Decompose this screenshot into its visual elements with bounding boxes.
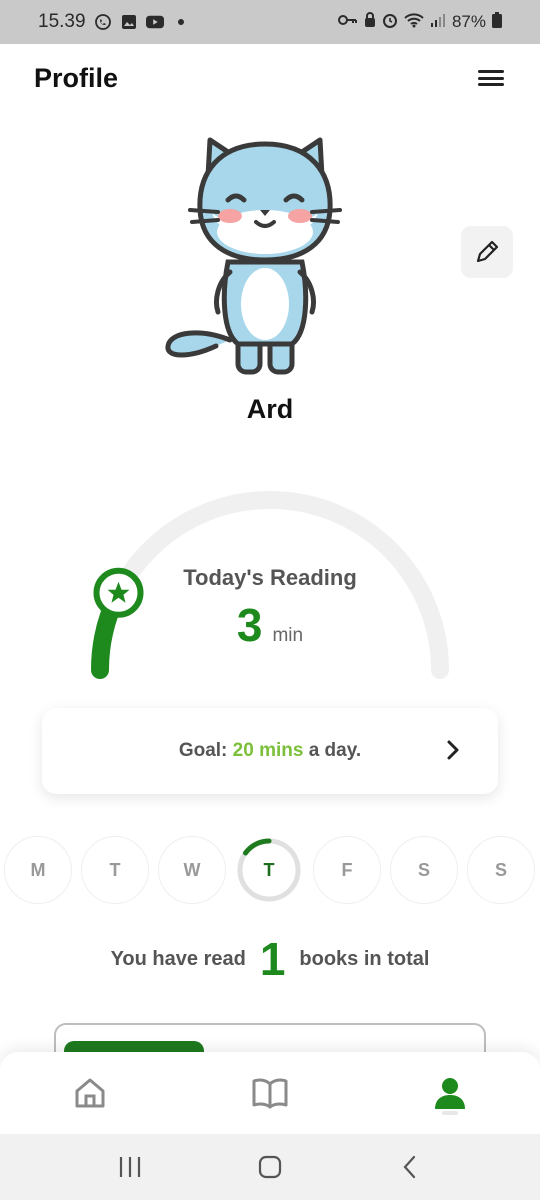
nav-profile[interactable] [360,1052,540,1134]
books-suffix: books in total [299,947,430,970]
recent-apps-icon [119,1157,141,1177]
battery-level: 87% [451,12,486,31]
nav-books[interactable] [180,1052,360,1134]
key-icon [337,12,358,32]
day-label: F [341,859,353,880]
day-friday[interactable]: F [313,836,381,904]
status-bar: 15.39 87% [0,0,540,44]
whatsapp-icon [94,13,112,31]
home-square-icon [258,1155,282,1179]
goal-prefix: Goal: [178,740,228,761]
bottom-navigation [0,1052,540,1134]
books-count: 1 [259,933,286,985]
day-label: W [183,859,201,880]
hamburger-menu-icon[interactable] [476,66,506,90]
day-monday[interactable]: M [4,836,72,904]
open-book-icon [252,1078,288,1109]
today-reading-value: 3 [236,599,263,651]
goal-card[interactable]: Goal: 20 mins a day. [42,708,498,794]
wifi-icon [404,12,424,33]
books-prefix: You have read [110,947,246,970]
youtube-icon [145,13,164,31]
home-icon [75,1078,105,1108]
cat-avatar [160,132,360,382]
day-tuesday[interactable]: T [81,836,149,904]
day-label: M [30,859,46,880]
battery-icon [492,11,502,33]
day-saturday[interactable]: S [390,836,458,904]
user-name: Ard [246,394,294,424]
lock-icon [364,11,376,33]
page-title: Profile [34,62,119,93]
day-wednesday[interactable]: W [158,836,226,904]
day-sunday[interactable]: S [467,836,535,904]
goal-suffix: a day. [308,740,362,761]
day-label: T [263,859,275,880]
status-left: 15.39 [38,11,184,33]
system-navigation-bar [0,1134,540,1200]
alarm-icon [382,12,398,33]
day-thursday-today[interactable]: T [235,836,303,904]
home-button[interactable] [250,1147,290,1187]
books-total: You have read 1 books in total [0,936,540,982]
today-reading-label: Today's Reading [183,565,357,590]
back-button[interactable] [390,1147,430,1187]
today-reading-value-row: 3 min [0,598,540,652]
active-nav-indicator [442,1111,458,1115]
pencil-icon [476,240,499,263]
goal-minutes: 20 mins [232,740,304,761]
app-header: Profile [0,44,540,112]
recent-apps-button[interactable] [110,1147,150,1187]
day-label: S [494,859,507,880]
status-right: 87% [337,11,502,33]
chevron-right-icon [447,740,459,760]
day-label: S [417,859,430,880]
status-time: 15.39 [38,11,86,32]
back-chevron-icon [403,1155,416,1179]
goal-text: Goal: 20 mins a day. [179,740,361,762]
edit-profile-button[interactable] [461,226,513,278]
notification-dot-icon [177,19,184,25]
today-reading-unit: min [272,625,304,646]
signal-icon [430,12,446,33]
weekday-tracker: M T W T F S S [4,836,540,906]
nav-home[interactable] [0,1052,180,1134]
gallery-icon [120,13,138,31]
person-icon [435,1078,465,1109]
day-label: T [109,859,121,880]
